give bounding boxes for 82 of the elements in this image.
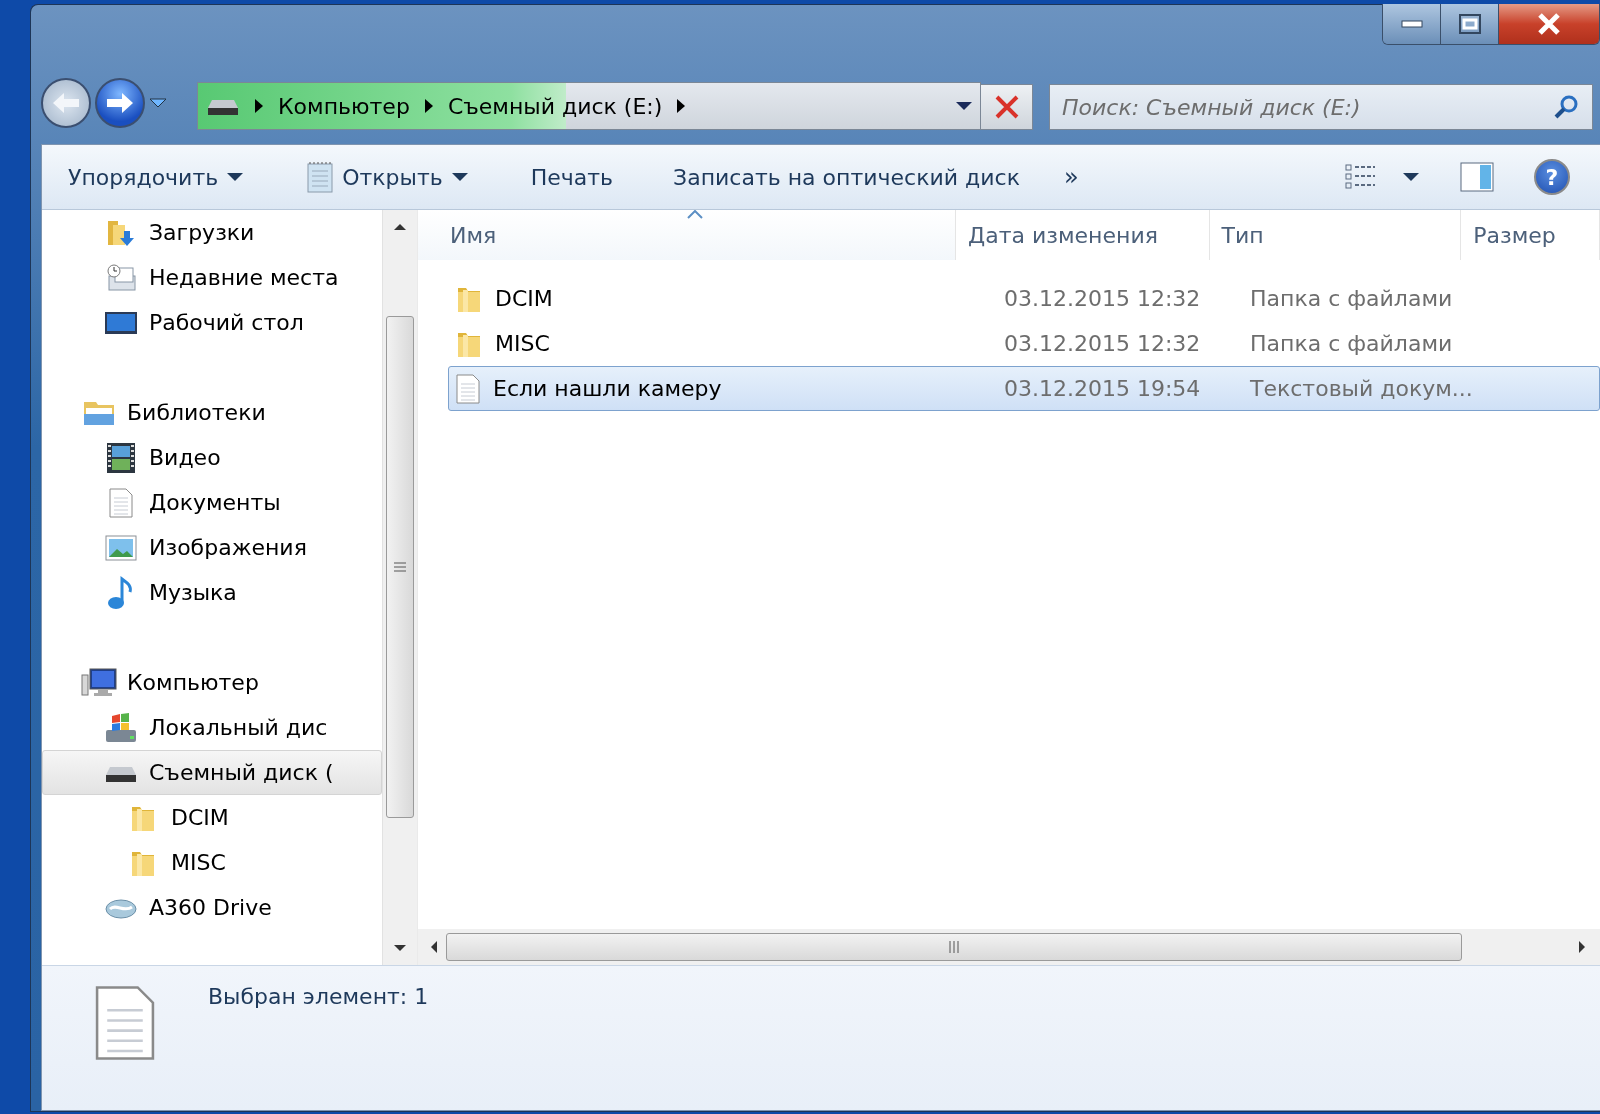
preview-pane-icon <box>1460 162 1494 192</box>
nav-item[interactable]: A360 Drive <box>42 885 382 930</box>
details-view-icon <box>1344 163 1378 191</box>
picture-icon <box>105 533 137 562</box>
file-name: DCIM <box>449 283 992 314</box>
nav-item[interactable]: Изображения <box>42 525 382 570</box>
breadcrumb[interactable]: Съемный диск (E:) <box>447 93 663 119</box>
toolbar-button[interactable]: Печать <box>530 164 614 190</box>
nav-item[interactable]: Локальный дис <box>42 705 382 750</box>
address-bar[interactable]: Компьютер Съемный диск (E:) <box>197 82 981 130</box>
date-cell-text: 03.12.2015 19:54 <box>1003 376 1202 401</box>
right-arrow-icon[interactable] <box>1578 940 1586 954</box>
down-arrow-icon[interactable] <box>393 944 407 952</box>
nav-item[interactable]: Библиотеки <box>42 390 382 435</box>
nav-item[interactable]: Видео <box>42 435 382 480</box>
file-row[interactable]: Если нашли камеру 03.12.2015 19:54 Текстовый докум... <box>448 366 1600 411</box>
computer-icon <box>81 666 117 699</box>
toolbar-button[interactable]: Упорядочить <box>68 164 245 190</box>
search-field[interactable]: Поиск: Съемный диск (E:) <box>1049 84 1593 130</box>
grip-icon <box>948 940 960 954</box>
document-icon <box>107 486 135 519</box>
chevron-icon[interactable] <box>423 98 434 114</box>
recent-places-icon <box>105 261 137 294</box>
scrollbar-thumb[interactable] <box>386 316 414 818</box>
file-row[interactable]: DCIM 03.12.2015 12:32 Папка с файлами <box>448 276 1600 321</box>
nav-item[interactable]: DCIM <box>42 795 382 840</box>
date-cell-text: 03.12.2015 12:32 <box>1003 331 1202 356</box>
notepad-icon <box>306 161 335 193</box>
nav-item[interactable]: Компьютер <box>42 660 382 705</box>
nav-item[interactable]: MISC <box>42 840 382 885</box>
nav-item[interactable]: Документы <box>42 480 382 525</box>
file-row[interactable]: MISC 03.12.2015 12:32 Папка с файлами <box>448 321 1600 366</box>
file-name: MISC <box>449 328 992 359</box>
stop-button[interactable] <box>981 84 1033 130</box>
more-commands-button[interactable]: » <box>1063 163 1079 191</box>
film-icon <box>106 441 136 474</box>
close-button[interactable] <box>1499 4 1599 44</box>
maximize-button[interactable] <box>1441 4 1499 44</box>
caret-icon <box>450 172 469 182</box>
grip-icon <box>393 561 407 573</box>
search-icon <box>1553 94 1579 120</box>
date-cell-text: 03.12.2015 12:32 <box>1003 286 1202 311</box>
dropdown-arrow-icon[interactable] <box>149 98 167 108</box>
right-arrow-icon <box>105 91 135 115</box>
minimize-icon <box>1400 20 1423 28</box>
toolbar-button[interactable]: Открыть <box>306 161 469 193</box>
left-arrow-icon <box>51 91 81 115</box>
chevron-icon[interactable] <box>676 98 687 114</box>
horizontal-scrollbar[interactable] <box>418 929 1600 965</box>
toolbar-button[interactable]: Записать на оптический диск <box>673 164 1020 190</box>
nav-item[interactable]: Рабочий стол <box>42 300 382 345</box>
nav-item[interactable]: Загрузки <box>42 210 382 255</box>
vertical-scrollbar[interactable] <box>382 210 417 965</box>
left-arrow-icon[interactable] <box>430 940 438 954</box>
windows-drive-icon <box>104 711 138 744</box>
type-cell-text: Текстовый докум... <box>1249 376 1474 401</box>
chevron-icon[interactable] <box>254 98 264 114</box>
status-text: Выбран элемент: 1 <box>208 984 429 1009</box>
file-name: Если нашли камеру <box>449 372 992 405</box>
nav-item[interactable]: Музыка <box>42 570 382 615</box>
back-button[interactable] <box>41 78 91 128</box>
column-header[interactable]: Дата изменения <box>956 210 1210 260</box>
nav-item[interactable]: Съемный диск ( <box>42 750 382 795</box>
text-file-icon <box>455 372 481 405</box>
view-options-button[interactable] <box>1344 163 1420 191</box>
column-header[interactable]: Размер <box>1461 210 1600 260</box>
nav-item[interactable]: Недавние места <box>42 255 382 300</box>
close-icon <box>1537 13 1561 35</box>
type-cell-text: Папка с файлами <box>1249 286 1454 311</box>
maximize-icon <box>1458 14 1481 34</box>
help-button[interactable]: ? <box>1534 159 1570 195</box>
column-header[interactable]: Тип <box>1209 210 1462 260</box>
caret-icon <box>1402 172 1420 182</box>
minimize-button[interactable] <box>1383 4 1441 44</box>
forward-button[interactable] <box>95 78 145 128</box>
caret-icon <box>226 172 245 182</box>
scrollbar-thumb[interactable] <box>446 933 1462 961</box>
cross-icon <box>993 94 1020 120</box>
type-cell-text: Папка с файлами <box>1249 331 1454 356</box>
up-arrow-icon[interactable] <box>393 223 407 231</box>
breadcrumb[interactable]: Компьютер <box>278 93 410 119</box>
column-header[interactable]: Имя <box>418 210 956 260</box>
